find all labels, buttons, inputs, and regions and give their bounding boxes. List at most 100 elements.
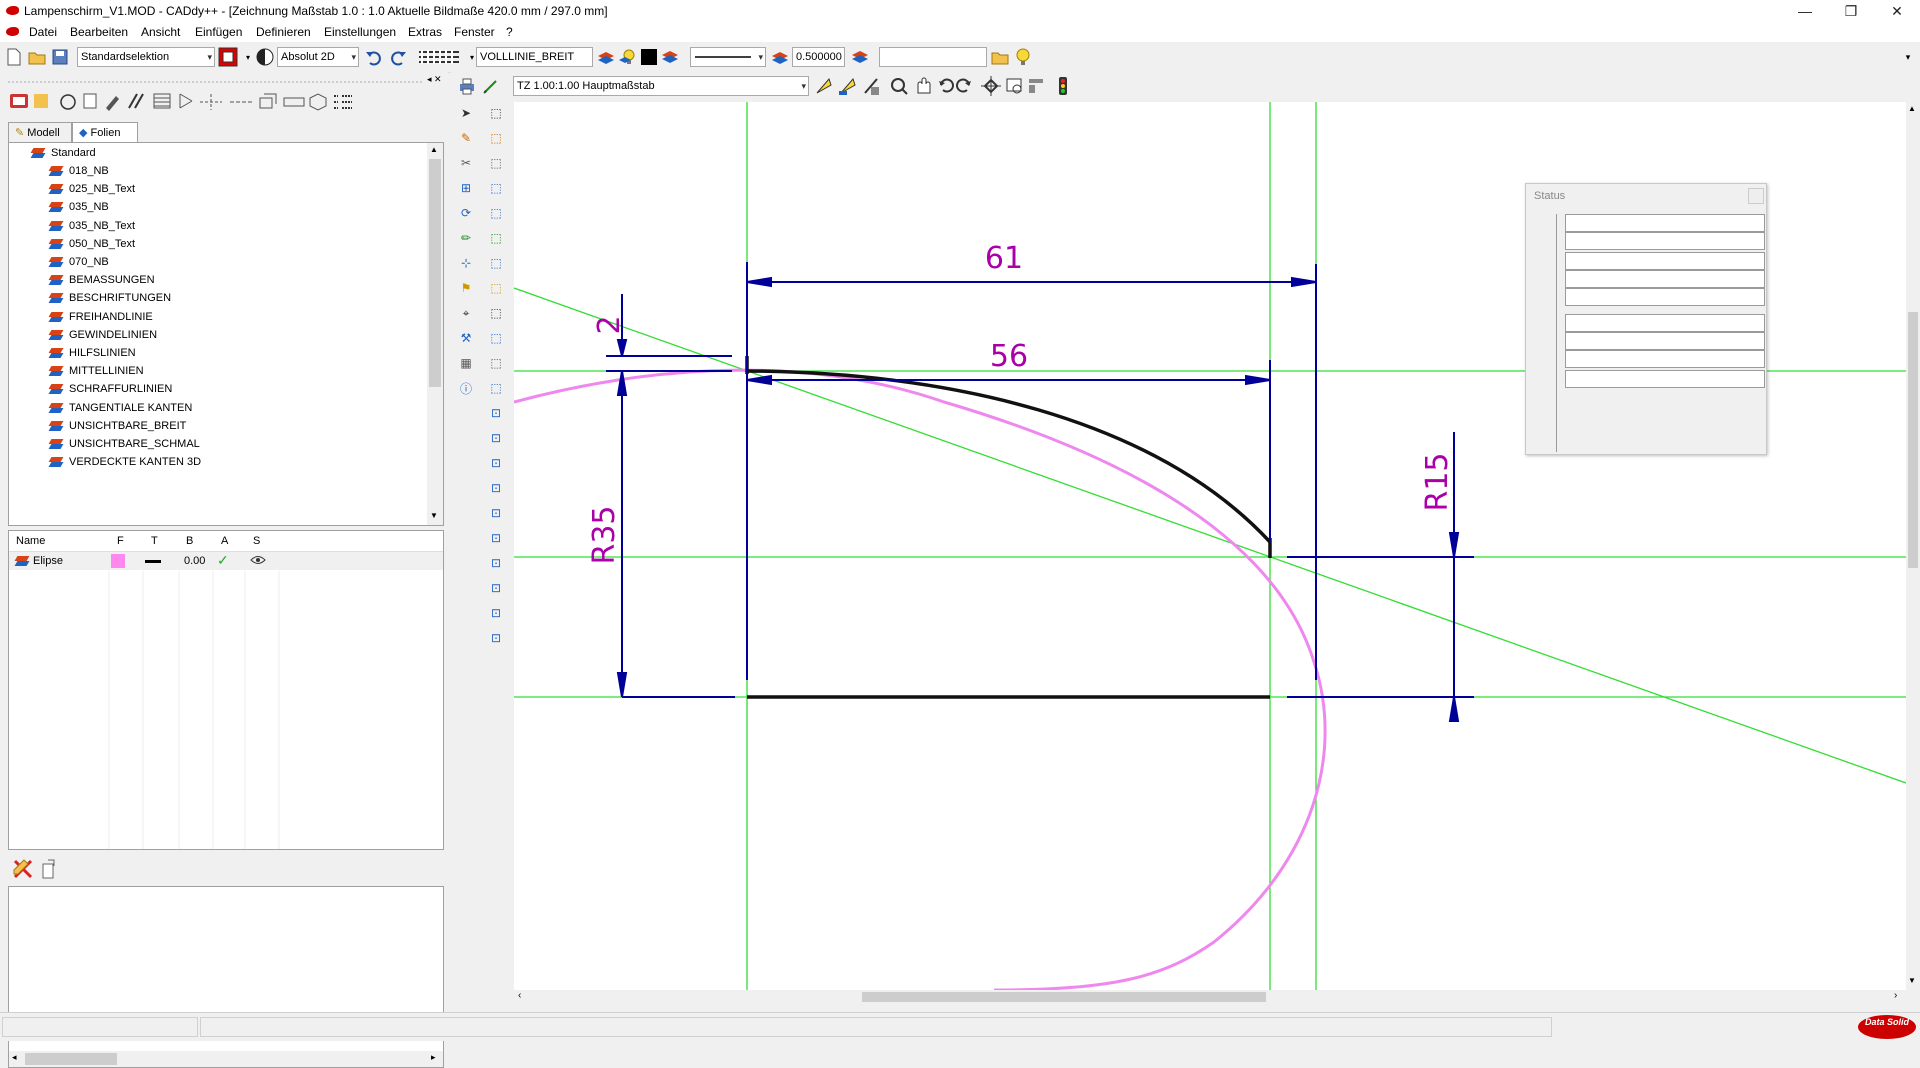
draw-tool-icon[interactable]: ⚑ xyxy=(455,277,477,299)
lightbulb-icon[interactable] xyxy=(1013,47,1033,67)
draw-tool-icon[interactable]: ⬚ xyxy=(485,302,507,324)
folder-layer-icon[interactable] xyxy=(990,47,1010,67)
tree-item[interactable]: 025_NB_Text xyxy=(49,180,135,198)
tree-item[interactable]: UNSICHTBARE_SCHMAL xyxy=(49,435,200,453)
line-style-select[interactable]: ▾ xyxy=(690,47,766,67)
lightbulb-layer-icon[interactable] xyxy=(617,47,637,67)
canvas-hscrollbar[interactable]: ‹ › xyxy=(514,990,1906,1004)
tree-item[interactable]: BESCHRIFTUNGEN xyxy=(49,289,171,307)
snap-tool-icon[interactable]: ⊡ xyxy=(485,627,507,649)
draw-tool-icon[interactable]: ⬚ xyxy=(485,327,507,349)
info-scroll-thumb[interactable] xyxy=(25,1053,117,1065)
layer-stack-icon[interactable] xyxy=(850,47,870,67)
visibility-eye-icon[interactable] xyxy=(250,554,266,569)
layer-tool-icons[interactable] xyxy=(4,90,444,114)
draw-tool-icon[interactable]: ⚒ xyxy=(455,327,477,349)
hscroll-thumb[interactable] xyxy=(862,992,1266,1002)
toolbar-overflow-icon[interactable]: ▾ xyxy=(1898,47,1918,67)
draw-tool-icon[interactable]: ⬚ xyxy=(485,277,507,299)
snap-tool-icon[interactable]: ⊡ xyxy=(485,427,507,449)
canvas-vscrollbar[interactable]: ▲ ▼ xyxy=(1906,102,1920,990)
tree-item[interactable]: TANGENTIALE KANTEN xyxy=(49,399,192,417)
draw-tool-icon[interactable]: ⌖ xyxy=(455,302,477,324)
print-icon[interactable] xyxy=(457,76,477,96)
tree-item[interactable]: BEMASSUNGEN xyxy=(49,271,155,289)
coordinate-mode-select[interactable]: Absolut 2D ▾ xyxy=(277,47,359,67)
tree-item[interactable]: 035_NB_Text xyxy=(49,217,135,235)
selection-mode-select[interactable]: Standardselektion ▾ xyxy=(77,47,215,67)
tree-item[interactable]: SCHRAFFURLINIEN xyxy=(49,380,172,398)
draw-tool-icon[interactable]: ⟳ xyxy=(455,202,477,224)
draw-tool-icon[interactable]: ⬚ xyxy=(485,127,507,149)
save-icon[interactable] xyxy=(50,47,70,67)
menu-definieren[interactable]: Definieren xyxy=(256,25,311,39)
color-swatch-icon[interactable] xyxy=(639,47,659,67)
draw-tool-icon[interactable]: ✎ xyxy=(455,127,477,149)
snap-tool-icon[interactable]: ⊡ xyxy=(485,452,507,474)
tree-item[interactable]: 018_NB xyxy=(49,162,109,180)
menu-bearbeiten[interactable]: Bearbeiten xyxy=(70,25,128,39)
draw-tool-icon[interactable]: ⬚ xyxy=(485,377,507,399)
delete-layer-icon[interactable] xyxy=(12,858,34,883)
open-folder-icon[interactable] xyxy=(27,47,47,67)
scroll-down-icon[interactable]: ▼ xyxy=(430,511,438,520)
minimize-button[interactable]: — xyxy=(1782,0,1828,22)
color-picker-icon[interactable] xyxy=(218,47,238,67)
menu-ansicht[interactable]: Ansicht xyxy=(141,25,180,39)
panel-pin-icon[interactable]: ◂ ✕ xyxy=(427,74,442,85)
tab-modell[interactable]: ✎ Modell xyxy=(8,122,72,142)
line-width-field[interactable]: 0.500000 xyxy=(792,47,845,67)
draw-tool-icon[interactable]: ⓘ xyxy=(455,377,477,399)
draw-tool-icon[interactable]: ✂ xyxy=(455,152,477,174)
tree-item[interactable]: UNSICHTBARE_BREIT xyxy=(49,417,186,435)
hscroll-right-icon[interactable]: › xyxy=(1894,990,1897,1001)
ellipse-curve[interactable] xyxy=(513,368,1327,992)
table-row[interactable]: Elipse 0.00 ✓ xyxy=(9,552,443,570)
tree-scroll-thumb[interactable] xyxy=(429,159,441,387)
snap-tool-icon[interactable]: ⊡ xyxy=(485,602,507,624)
active-check-icon[interactable]: ✓ xyxy=(217,552,229,569)
line-type-preview[interactable] xyxy=(145,560,161,563)
vscroll-thumb[interactable] xyxy=(1908,312,1918,568)
draw-tool-icon[interactable]: ⬚ xyxy=(485,102,507,124)
draw-tool-icon[interactable]: ⊞ xyxy=(455,177,477,199)
restore-button[interactable]: ❐ xyxy=(1828,0,1874,22)
search-field[interactable] xyxy=(879,47,987,67)
line-type-field[interactable]: VOLLLINIE_BREIT xyxy=(476,47,593,67)
tree-item[interactable]: 050_NB_Text xyxy=(49,235,135,253)
edit-layer-icon[interactable] xyxy=(40,858,58,883)
close-button[interactable]: ✕ xyxy=(1874,0,1920,22)
tree-item[interactable]: 070_NB xyxy=(49,253,109,271)
new-file-icon[interactable] xyxy=(4,47,24,67)
dim-label-r15[interactable]: R15 xyxy=(1420,452,1455,511)
tree-item[interactable]: VERDECKTE KANTEN 3D xyxy=(49,453,201,471)
draw-tool-icon[interactable]: ⬚ xyxy=(485,177,507,199)
draw-tool-icon[interactable]: ⬚ xyxy=(485,202,507,224)
hscroll-left-icon[interactable]: ‹ xyxy=(518,990,521,1001)
snap-tool-icon[interactable]: ⊡ xyxy=(485,502,507,524)
layer-color-swatch[interactable] xyxy=(111,554,125,568)
scroll-right-icon[interactable]: ▸ xyxy=(431,1052,436,1063)
scroll-left-icon[interactable]: ◂ xyxy=(12,1052,17,1063)
info-hscrollbar[interactable]: ◂ ▸ xyxy=(9,1051,443,1067)
vscroll-up-icon[interactable]: ▲ xyxy=(1908,104,1916,113)
redo-icon[interactable] xyxy=(388,47,408,67)
tree-item[interactable]: HILFSLINIEN xyxy=(49,344,136,362)
scale-select[interactable]: TZ 1.00:1.00 Hauptmaßstab ▾ xyxy=(513,76,809,96)
draw-tool-icon[interactable]: ⬚ xyxy=(485,352,507,374)
dim-label-61[interactable]: 61 xyxy=(985,241,1023,276)
contour-arc[interactable] xyxy=(746,369,1272,544)
draw-tool-icon[interactable]: ⬚ xyxy=(485,252,507,274)
draw-tool-icon[interactable]: ▦ xyxy=(455,352,477,374)
grid-pattern-icon[interactable] xyxy=(416,47,462,67)
draw-tool-icon[interactable]: ⬚ xyxy=(485,227,507,249)
snap-tool-icon[interactable]: ⊡ xyxy=(485,552,507,574)
draw-tool-icon[interactable]: ⬚ xyxy=(485,152,507,174)
dim-label-2[interactable]: 2 xyxy=(592,315,627,334)
undo-icon[interactable] xyxy=(364,47,384,67)
draw-tool-icon[interactable]: ➤ xyxy=(455,102,477,124)
menu-fenster[interactable]: Fenster xyxy=(454,25,495,39)
tree-scrollbar[interactable]: ▲ ▼ xyxy=(427,143,443,525)
draw-tool-icon[interactable]: ⊹ xyxy=(455,252,477,274)
menu-extras[interactable]: Extras xyxy=(408,25,442,39)
